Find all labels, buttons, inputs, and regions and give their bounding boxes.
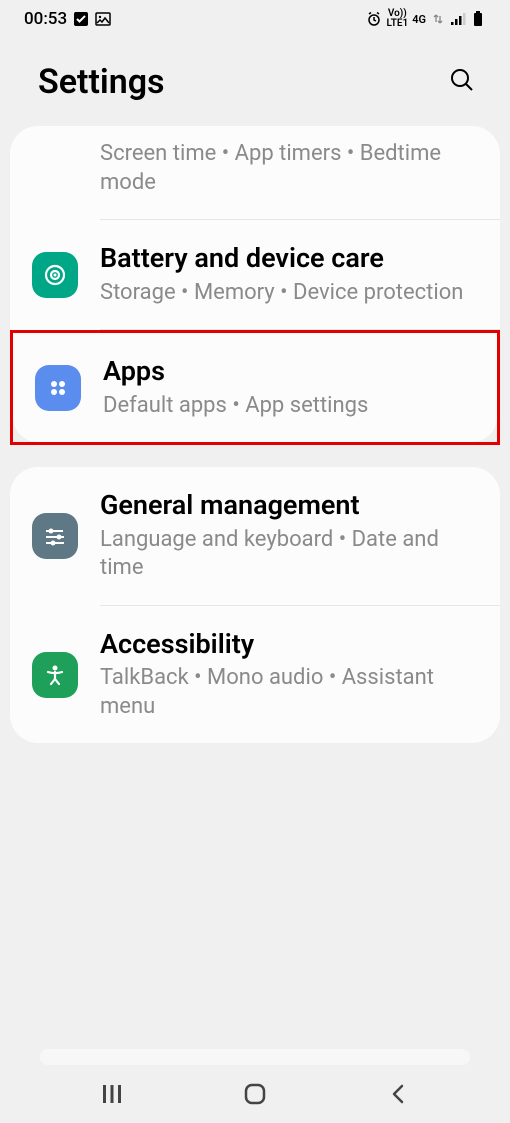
signal-icon: [450, 11, 466, 27]
data-arrows-icon: [430, 11, 446, 27]
page-title: Settings: [38, 62, 165, 102]
alarm-icon: [366, 11, 382, 27]
status-bar: 00:53 Vo)) LTE1 4G: [0, 0, 510, 38]
device-care-icon: [32, 252, 78, 298]
home-icon: [243, 1082, 267, 1110]
search-button[interactable]: [444, 64, 480, 100]
row-title: General management: [100, 489, 478, 521]
row-subtitle: Storage • Memory • Device protection: [100, 279, 478, 308]
list-item-device-care[interactable]: Battery and device care Storage • Memory…: [10, 220, 500, 329]
network-type: 4G: [412, 14, 426, 25]
apps-icon: [35, 365, 81, 411]
accessibility-icon: [32, 652, 78, 698]
list-item-general-management[interactable]: General management Language and keyboard…: [10, 467, 500, 605]
row-title: Battery and device care: [100, 242, 478, 274]
volte-indicator: Vo)) LTE1: [386, 9, 408, 29]
scroll-indicator: [40, 1049, 470, 1065]
back-icon: [388, 1082, 408, 1110]
row-title: Accessibility: [100, 628, 478, 660]
settings-card-device: Screen time • App timers • Bedtime mode …: [10, 126, 500, 445]
row-subtitle: Language and keyboard • Date and time: [100, 526, 478, 583]
highlight-frame: Apps Default apps • App settings: [10, 330, 500, 445]
checkbox-icon: [73, 11, 89, 27]
battery-icon: [470, 11, 486, 27]
back-button[interactable]: [368, 1076, 428, 1116]
settings-card-general: General management Language and keyboard…: [10, 467, 500, 743]
row-title: Apps: [103, 355, 475, 387]
status-left: 00:53: [24, 9, 111, 29]
recents-icon: [101, 1083, 123, 1109]
general-management-icon: [32, 513, 78, 559]
navigation-bar: [0, 1069, 510, 1123]
row-subtitle: TalkBack • Mono audio • Assistant menu: [100, 664, 478, 721]
list-item-apps[interactable]: Apps Default apps • App settings: [13, 333, 497, 442]
home-button[interactable]: [225, 1076, 285, 1116]
status-right: Vo)) LTE1 4G: [366, 9, 486, 29]
search-icon: [448, 66, 476, 98]
list-item-accessibility[interactable]: Accessibility TalkBack • Mono audio • As…: [10, 606, 500, 744]
status-time: 00:53: [24, 9, 67, 29]
list-item-digital-wellbeing[interactable]: Screen time • App timers • Bedtime mode: [10, 126, 500, 219]
header: Settings: [0, 38, 510, 126]
row-subtitle: Default apps • App settings: [103, 392, 475, 421]
recents-button[interactable]: [82, 1076, 142, 1116]
image-icon: [95, 11, 111, 27]
row-subtitle: Screen time • App timers • Bedtime mode: [100, 140, 478, 197]
